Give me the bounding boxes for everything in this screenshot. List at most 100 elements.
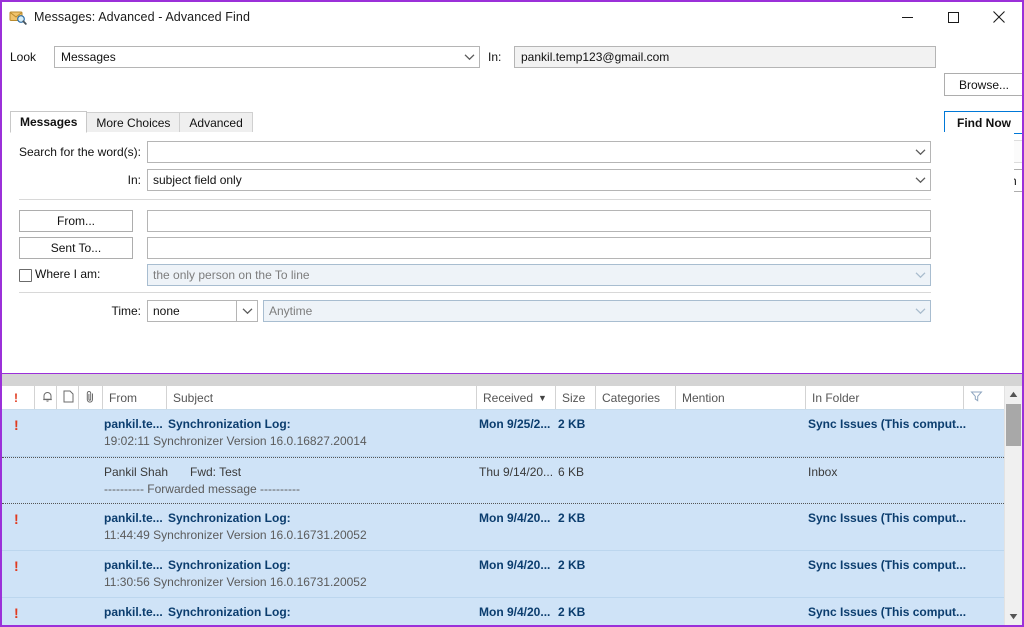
row-received: Thu 9/14/20... xyxy=(479,465,553,479)
column-header-filter[interactable] xyxy=(963,386,1005,409)
attachment-clip-icon xyxy=(85,390,96,406)
where-i-am-combobox: the only person on the To line xyxy=(147,264,931,286)
row-size: 2 KB xyxy=(558,417,585,431)
browse-button[interactable]: Browse... xyxy=(944,73,1024,96)
minimize-button[interactable] xyxy=(884,2,930,32)
importance-icon: ! xyxy=(14,558,19,574)
column-header-mention[interactable]: Mention xyxy=(675,386,805,409)
chevron-down-icon xyxy=(910,301,930,321)
row-preview: 19:02:11 Synchronizer Version 16.0.16827… xyxy=(104,434,367,448)
row-in-folder: Sync Issues (This comput... xyxy=(808,511,966,525)
table-row[interactable]: ! pankil.te... Synchronization Log: 11:3… xyxy=(2,551,1022,598)
scroll-up-arrow-icon[interactable] xyxy=(1005,386,1022,403)
in-folder-value: pankil.temp123@gmail.com xyxy=(521,50,669,64)
tab-more-choices[interactable]: More Choices xyxy=(86,112,180,133)
row-subject: Synchronization Log: xyxy=(168,605,291,619)
column-header-size[interactable]: Size xyxy=(555,386,595,409)
search-scope-label: In: xyxy=(11,173,141,187)
reminder-bell-icon xyxy=(41,390,54,406)
row-subject: Fwd: Test xyxy=(190,465,241,479)
column-header-from[interactable]: From xyxy=(102,386,166,409)
importance-icon: ! xyxy=(14,417,19,433)
column-header-mention-label: Mention xyxy=(682,391,725,405)
column-header-in-folder-label: In Folder xyxy=(812,391,859,405)
row-received: Mon 9/4/20... xyxy=(479,605,550,619)
window-title: Messages: Advanced - Advanced Find xyxy=(34,10,250,24)
in-folder-field[interactable]: pankil.temp123@gmail.com xyxy=(514,46,936,68)
advanced-find-icon xyxy=(9,8,27,26)
divider-2 xyxy=(19,292,931,293)
search-words-input[interactable] xyxy=(147,141,931,163)
close-button[interactable] xyxy=(976,2,1022,32)
tab-advanced[interactable]: Advanced xyxy=(179,112,252,133)
time-label: Time: xyxy=(11,304,141,318)
row-from: pankil.te... xyxy=(104,558,163,572)
window-controls xyxy=(884,2,1022,32)
from-input[interactable] xyxy=(147,210,931,232)
tab-strip: Messages More Choices Advanced xyxy=(10,111,252,133)
column-header-from-label: From xyxy=(109,391,137,405)
results-list: ! From Subject xyxy=(2,386,1022,625)
time-field-value: none xyxy=(153,304,180,318)
chevron-down-icon[interactable] xyxy=(910,170,930,190)
row-size: 2 KB xyxy=(558,511,585,525)
row-size: 2 KB xyxy=(558,605,585,619)
results-rows: ! pankil.te... Synchronization Log: 19:0… xyxy=(2,410,1022,625)
tab-messages[interactable]: Messages xyxy=(10,111,87,133)
where-i-am-value: the only person on the To line xyxy=(153,268,310,282)
search-scope-value: subject field only xyxy=(153,173,242,187)
dialog-body: Look Messages In: pankil.temp123@gmail.c… xyxy=(2,32,1022,374)
search-scope-combobox[interactable]: subject field only xyxy=(147,169,931,191)
sent-to-input[interactable] xyxy=(147,237,931,259)
sent-to-button[interactable]: Sent To... xyxy=(19,237,133,259)
divider-1 xyxy=(19,199,931,200)
from-button[interactable]: From... xyxy=(19,210,133,232)
row-from: Pankil Shah xyxy=(104,465,168,479)
row-in-folder: Sync Issues (This comput... xyxy=(808,558,966,572)
results-column-headers: ! From Subject xyxy=(2,386,1022,410)
row-size: 6 KB xyxy=(558,465,584,479)
scroll-down-arrow-icon[interactable] xyxy=(1005,608,1022,625)
column-header-reminder[interactable] xyxy=(34,386,56,409)
maximize-button[interactable] xyxy=(930,2,976,32)
chevron-down-icon[interactable] xyxy=(910,142,930,162)
column-header-in-folder[interactable]: In Folder xyxy=(805,386,963,409)
title-bar: Messages: Advanced - Advanced Find xyxy=(2,2,1022,32)
row-in-folder: Sync Issues (This comput... xyxy=(808,605,966,619)
chevron-down-icon[interactable] xyxy=(236,301,257,321)
column-header-attachment[interactable] xyxy=(78,386,102,409)
column-header-received[interactable]: Received ▼ xyxy=(476,386,555,409)
look-combobox-value: Messages xyxy=(61,50,116,64)
page-icon xyxy=(63,390,74,406)
column-header-received-label: Received xyxy=(483,391,533,405)
row-from: pankil.te... xyxy=(104,511,163,525)
results-vertical-scrollbar[interactable] xyxy=(1004,386,1022,625)
row-in-folder: Inbox xyxy=(808,465,837,479)
table-row[interactable]: Pankil Shah Fwd: Test ---------- Forward… xyxy=(2,457,1022,504)
chevron-down-icon xyxy=(910,265,930,285)
importance-icon: ! xyxy=(14,511,19,527)
filter-icon xyxy=(970,390,983,406)
column-header-subject[interactable]: Subject xyxy=(166,386,476,409)
chevron-down-icon[interactable] xyxy=(459,47,479,67)
row-from: pankil.te... xyxy=(104,605,163,619)
scrollbar-thumb[interactable] xyxy=(1006,404,1021,446)
row-from: pankil.te... xyxy=(104,417,163,431)
row-subject: Synchronization Log: xyxy=(168,558,291,572)
look-in-combobox[interactable]: Messages xyxy=(54,46,480,68)
time-field-combobox[interactable]: none xyxy=(147,300,258,322)
find-now-button[interactable]: Find Now xyxy=(944,111,1024,134)
where-i-am-checkbox[interactable] xyxy=(19,269,32,282)
column-header-categories[interactable]: Categories xyxy=(595,386,675,409)
column-header-flag[interactable] xyxy=(56,386,78,409)
table-row[interactable]: ! pankil.te... Synchronization Log: Mon … xyxy=(2,598,1022,625)
column-header-importance[interactable]: ! xyxy=(8,386,34,409)
row-size: 2 KB xyxy=(558,558,585,572)
results-gap-band xyxy=(2,374,1022,386)
table-row[interactable]: ! pankil.te... Synchronization Log: 19:0… xyxy=(2,410,1022,457)
look-row: Look Messages In: pankil.temp123@gmail.c… xyxy=(2,46,1022,70)
row-received: Mon 9/4/20... xyxy=(479,511,550,525)
table-row[interactable]: ! pankil.te... Synchronization Log: 11:4… xyxy=(2,504,1022,551)
sort-descending-icon: ▼ xyxy=(538,393,547,403)
row-preview: 11:44:49 Synchronizer Version 16.0.16731… xyxy=(104,528,367,542)
